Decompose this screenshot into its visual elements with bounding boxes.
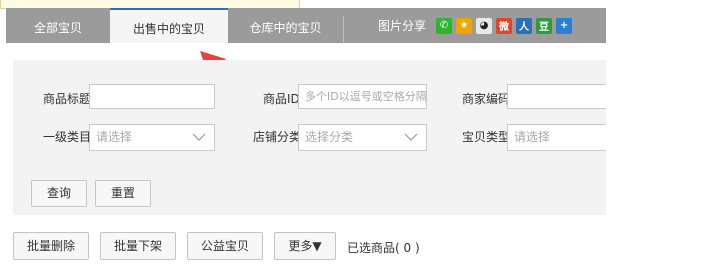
charity-item-button[interactable]: 公益宝贝 xyxy=(187,232,263,260)
image-share-bar: 图片分享 ✆ ★ ◕ 微 人 豆 + xyxy=(378,8,573,43)
merchant-code-label: 商家编码 xyxy=(462,92,511,106)
bulk-delist-button[interactable]: 批量下架 xyxy=(100,232,176,260)
more-share-icon[interactable]: + xyxy=(556,17,573,34)
reset-button[interactable]: 重置 xyxy=(95,180,151,207)
image-share-label: 图片分享 xyxy=(378,19,427,33)
merchant-code-input[interactable] xyxy=(507,84,606,109)
chevron-down-icon xyxy=(404,133,418,141)
tab-bar: 全部宝贝 出售中的宝贝 仓库中的宝贝 图片分享 ✆ ★ ◕ 微 人 豆 + xyxy=(6,8,606,43)
store-category-label: 店铺分类 xyxy=(253,130,302,144)
item-type-select-value: 请选择 xyxy=(514,130,551,144)
store-category-select[interactable]: 选择分类 xyxy=(298,124,427,151)
tab-on-sale-items[interactable]: 出售中的宝贝 xyxy=(110,8,228,43)
wechat-icon[interactable]: ✆ xyxy=(436,17,453,34)
bulk-delete-button[interactable]: 批量删除 xyxy=(13,232,89,260)
item-id-label: 商品ID xyxy=(263,92,300,106)
qq-icon[interactable]: ◕ xyxy=(476,17,493,34)
tab-all-items[interactable]: 全部宝贝 xyxy=(6,8,110,43)
weibo-icon[interactable]: 微 xyxy=(496,17,513,34)
title-label: 商品标题 xyxy=(43,92,92,106)
category-label: 一级类目 xyxy=(43,130,92,144)
renren-icon[interactable]: 人 xyxy=(516,17,533,34)
tab-warehouse-items[interactable]: 仓库中的宝贝 xyxy=(228,8,343,43)
title-input[interactable] xyxy=(89,84,215,109)
item-type-label: 宝贝类型 xyxy=(462,130,511,144)
chevron-down-icon xyxy=(192,133,206,141)
store-category-select-value: 选择分类 xyxy=(305,130,354,144)
category-select-value: 请选择 xyxy=(96,130,133,144)
more-actions-button[interactable]: 更多▼ xyxy=(274,232,336,260)
qzone-icon[interactable]: ★ xyxy=(456,17,473,34)
search-filter-panel: 商品标题 商品ID 多个ID以逗号或空格分隔 商家编码 一级类目 请选择 店铺分… xyxy=(13,60,606,215)
selected-count-text: 已选商品( 0 ) xyxy=(347,241,420,255)
item-type-select[interactable]: 请选择 xyxy=(507,124,606,151)
tab-divider xyxy=(343,16,344,43)
item-id-input[interactable]: 多个ID以逗号或空格分隔 xyxy=(298,84,427,109)
douban-icon[interactable]: 豆 xyxy=(536,17,553,34)
category-select[interactable]: 请选择 xyxy=(89,124,215,151)
query-button[interactable]: 查询 xyxy=(31,180,87,207)
